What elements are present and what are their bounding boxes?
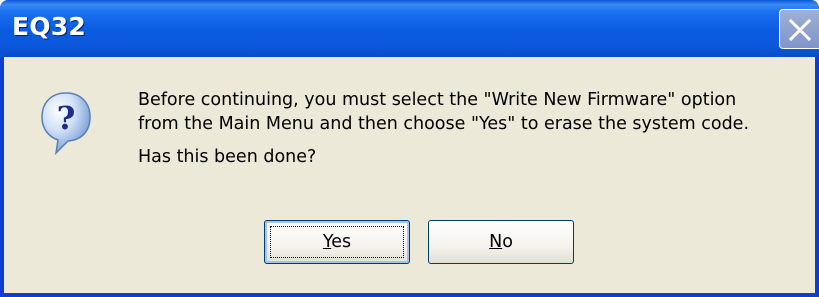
svg-text:?: ? (57, 99, 76, 137)
window-title: EQ32 (12, 12, 86, 41)
dialog-message: Before continuing, you must select the "… (138, 88, 749, 136)
yes-mnemonic: Y (322, 232, 332, 252)
message-line-2: from the Main Menu and then choose "Yes"… (138, 114, 750, 134)
no-button-label: No (489, 232, 513, 252)
no-label-rest: o (502, 232, 513, 252)
no-mnemonic: N (489, 232, 503, 252)
close-icon (788, 18, 812, 42)
yes-button[interactable]: Yes (264, 220, 410, 264)
dialog-body: ? Before continuing, you must select the… (4, 57, 815, 293)
dialog-prompt: Has this been done? (138, 147, 317, 167)
message-line-1: Before continuing, you must select the "… (138, 90, 737, 110)
close-button[interactable] (779, 9, 819, 49)
no-button[interactable]: No (428, 220, 574, 264)
question-icon: ? (41, 92, 91, 155)
yes-label-rest: es (331, 232, 352, 252)
message-dialog-window: EQ32 ? Before continuing, you must selec… (0, 0, 819, 297)
yes-button-label: Yes (323, 232, 351, 252)
title-bar[interactable]: EQ32 (0, 0, 819, 57)
